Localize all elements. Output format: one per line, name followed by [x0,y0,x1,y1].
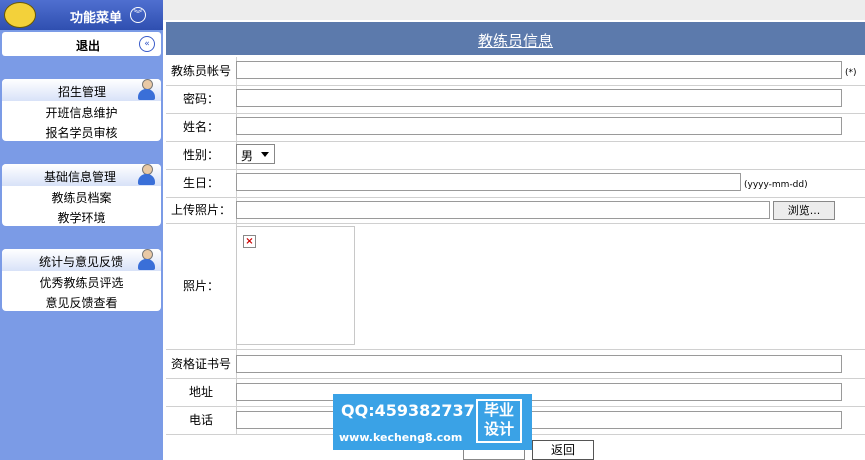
menu-group-enrollment: 招生管理 开班信息维护 报名学员审核 [2,79,161,141]
birthday-input[interactable] [236,173,741,191]
row-divider [166,223,865,224]
back-button[interactable]: 返回 [532,440,594,460]
chevron-left-icon[interactable]: « [139,36,155,52]
row-divider [166,113,865,114]
user-icon [136,247,156,271]
menu-group-title: 统计与意见反馈 [39,255,124,269]
address-input[interactable] [236,383,842,401]
dropdown-arrow-icon [261,152,269,157]
broken-image-icon: × [243,235,256,248]
menu-group-header[interactable]: 招生管理 [2,79,161,101]
user-icon [136,162,156,186]
menu-group-statistics: 统计与意见反馈 优秀教练员评选 意见反馈查看 [2,249,161,311]
menu-group-title: 招生管理 [58,85,107,99]
menu-group-basic-info: 基础信息管理 教练员档案 教学环境 [2,164,161,226]
row-divider [166,85,865,86]
password-label: 密码： [166,86,237,113]
menu-item-class-info[interactable]: 开班信息维护 [2,104,161,121]
main-content: 教练员信息 教练员帐号 密码： 姓名： 性别： 生日： 上传照片： 照片： 资格… [163,0,865,460]
row-divider [166,141,865,142]
logout-button[interactable]: 退出 « [2,32,161,56]
menu-title: 功能菜单 [70,11,123,26]
menu-group-title: 基础信息管理 [44,170,117,184]
name-input[interactable] [236,117,842,135]
row-divider [166,349,865,350]
menu-item-coach-records[interactable]: 教练员档案 [2,189,161,206]
chevron-down-icon[interactable]: ︾ [130,7,146,23]
browse-button[interactable]: 浏览... [773,201,835,220]
menu-item-applicant-review[interactable]: 报名学员审核 [2,124,161,141]
menu-item-best-coach[interactable]: 优秀教练员评选 [2,274,161,291]
phone-label: 电话 [166,407,237,434]
row-divider [166,197,865,198]
gender-select[interactable]: 男 [236,144,275,164]
logout-label: 退出 [76,39,101,53]
watermark-url: www.kecheng8.com [339,431,463,444]
date-format-hint: (yyyy-mm-dd) [744,180,808,190]
address-label: 地址 [166,379,237,406]
page-title: 教练员信息 [477,32,553,50]
gender-label: 性别： [166,142,237,169]
menu-logo-icon [4,2,36,28]
row-divider [166,169,865,170]
account-input[interactable] [236,61,842,79]
sidebar: 功能菜单 ︾ 退出 « 招生管理 开班信息维护 报名学员审核 基础信息管理 教练… [0,0,163,460]
watermark-badge-line1: 毕业 [483,401,514,419]
menu-group-header[interactable]: 统计与意见反馈 [2,249,161,271]
menu-item-teaching-environment[interactable]: 教学环境 [2,209,161,226]
watermark-badge-line2: 设计 [483,420,514,438]
required-hint: (*) [845,68,857,78]
cert-label: 资格证书号 [166,350,237,378]
upload-label: 上传照片： [166,198,237,223]
form-title-bar: 教练员信息 [166,22,865,55]
photo-label: 照片： [166,224,237,349]
gender-value: 男 [241,149,254,163]
user-icon [136,77,156,101]
cert-input[interactable] [236,355,842,373]
phone-input[interactable] [236,411,842,429]
watermark-badge: 毕业 设计 [476,399,522,443]
photo-preview: × [236,226,355,345]
upload-path-input[interactable] [236,201,770,219]
name-label: 姓名： [166,114,237,141]
watermark-banner: QQ:459382737 www.kecheng8.com 毕业 设计 [333,394,532,450]
row-divider [166,378,865,379]
menu-group-header[interactable]: 基础信息管理 [2,164,161,186]
top-frame-strip [163,0,865,20]
account-label: 教练员帐号 [166,57,237,85]
menu-item-feedback[interactable]: 意见反馈查看 [2,294,161,311]
birthday-label: 生日： [166,170,237,197]
password-input[interactable] [236,89,842,107]
watermark-qq: QQ:459382737 [341,401,475,420]
menu-header: 功能菜单 ︾ [0,0,163,30]
